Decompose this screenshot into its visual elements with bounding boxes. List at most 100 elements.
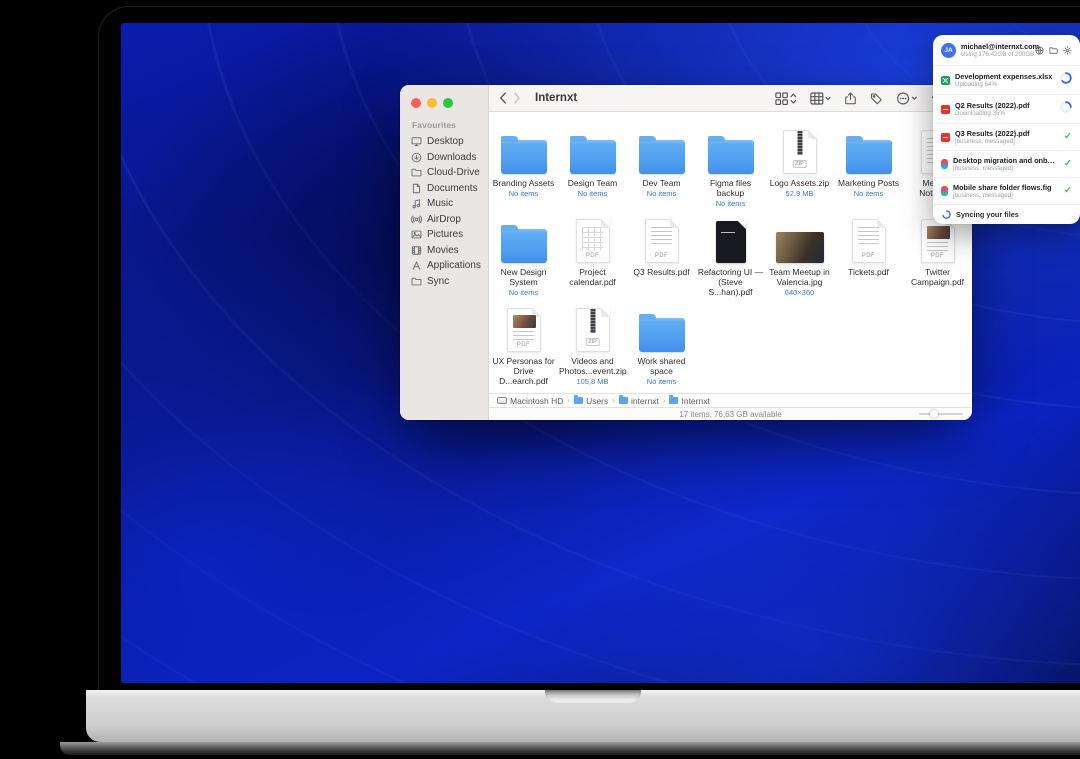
file-item-videos-and-photos-event-zip[interactable]: ZIPVideos and Photos...event.zip105,8 MB — [558, 303, 627, 392]
file-name: Marketing Posts — [838, 178, 899, 188]
sidebar-item-documents[interactable]: Documents — [410, 181, 488, 197]
file-item-branding-assets[interactable]: Branding AssetsNo items — [489, 125, 558, 214]
folder-file-icon — [501, 125, 547, 174]
gear-icon[interactable] — [1063, 46, 1072, 55]
sidebar-item-label: Cloud-Drive — [427, 167, 480, 178]
laptop-screen-wallpaper: Favourites Desktop Downloads Cloud-Drive Do… — [121, 23, 1080, 683]
path-segment-users[interactable]: Users — [574, 396, 608, 406]
sidebar-item-label: Downloads — [427, 152, 476, 163]
popup-footer: Syncing your files — [933, 204, 1080, 224]
path-segment-internxt[interactable]: internxt — [619, 396, 659, 406]
zoom-window-button[interactable] — [443, 98, 453, 108]
window-controls — [411, 98, 488, 108]
sync-item-q2-results-2022-pdf[interactable]: Q2 Results (2022).pdfDownloading 35% — [933, 94, 1080, 123]
airdrop-icon — [410, 214, 422, 225]
file-name: Team Meetup in Valencia.jpg — [766, 267, 833, 287]
back-button[interactable] — [499, 92, 507, 104]
file-subtitle: No items — [647, 189, 677, 198]
path-segment-internxt[interactable]: Internxt — [669, 396, 709, 406]
sidebar-item-desktop[interactable]: Desktop — [410, 134, 488, 150]
pdf-grid-file-icon: PDF — [576, 214, 610, 263]
sidebar-item-applications[interactable]: Applications — [410, 258, 488, 274]
file-subtitle: No items — [647, 377, 677, 386]
sync-item-mobile-share-folder-flows-fig[interactable]: Mobile share folder flows.fig[business, … — [933, 177, 1080, 204]
file-item-marketing-posts[interactable]: Marketing PostsNo items — [834, 125, 903, 214]
sidebar-item-sync[interactable]: Sync — [410, 274, 488, 290]
file-item-tickets-pdf[interactable]: PDFTickets.pdf — [834, 214, 903, 303]
forward-button[interactable] — [513, 92, 521, 104]
file-item-ux-personas-for-drive-d-earch-pdf[interactable]: PDF UX Personas for Drive D...earch.pdf — [489, 303, 558, 392]
xlsx-filetype-icon — [941, 76, 950, 85]
file-item-dev-team[interactable]: Dev TeamNo items — [627, 125, 696, 214]
path-segment-macintosh-hd[interactable]: Macintosh HD — [497, 396, 563, 406]
sync-done-check-icon: ✓ — [1064, 132, 1072, 142]
sidebar-item-cloud-drive[interactable]: Cloud-Drive — [410, 165, 488, 181]
sync-item-q3-results-2022-pdf[interactable]: Q3 Results (2022).pdf[business, messaged… — [933, 123, 1080, 150]
file-item-q3-results-pdf[interactable]: PDFQ3 Results.pdf — [627, 214, 696, 303]
account-email: michael@internxt.com — [961, 42, 1030, 51]
downloads-icon — [410, 152, 422, 163]
toolbar-icons — [775, 92, 941, 105]
group-view-icon[interactable] — [810, 92, 831, 105]
sidebar-section-label: Favourites — [412, 120, 488, 130]
actions-icon[interactable] — [896, 92, 918, 105]
sidebar-item-pictures[interactable]: Pictures — [410, 227, 488, 243]
file-name: Refactoring UI — (Steve S...han).pdf — [697, 267, 764, 298]
folder-file-icon — [708, 125, 754, 174]
icon-view-icon[interactable] — [775, 92, 797, 105]
status-text: 17 items, 76,63 GB available — [679, 410, 781, 419]
file-item-figma-files-backup[interactable]: Figma files backupNo items — [696, 125, 765, 214]
popup-header: JA michael@internxt.com Using 176.42GB o… — [933, 35, 1080, 66]
sync-item-status: Downloading 35% — [955, 110, 1055, 117]
file-item-team-meetup-in-valencia-jpg[interactable]: Team Meetup in Valencia.jpg640×360 — [765, 214, 834, 303]
zip-file-icon: ZIP — [783, 125, 817, 174]
sidebar-item-movies[interactable]: Movies — [410, 243, 488, 259]
zoom-slider-knob[interactable] — [930, 410, 938, 418]
sync-item-development-expenses-xlsx[interactable]: Development expenses.xlsxUploading 64% — [933, 66, 1080, 94]
sidebar-item-label: Applications — [427, 260, 481, 271]
file-item-new-design-system[interactable]: New Design SystemNo items — [489, 214, 558, 303]
sidebar-item-downloads[interactable]: Downloads — [410, 150, 488, 166]
folder-file-icon — [501, 214, 547, 263]
folder-outline-icon[interactable] — [1049, 46, 1058, 55]
globe-icon[interactable] — [1035, 46, 1044, 55]
file-name: UX Personas for Drive D...earch.pdf — [490, 356, 557, 387]
zoom-slider-track — [919, 413, 963, 416]
pdf-filetype-icon — [941, 105, 950, 114]
file-name: Videos and Photos...event.zip — [559, 356, 626, 376]
folder-icon — [669, 397, 678, 404]
applications-icon — [410, 260, 422, 271]
sidebar-item-label: Desktop — [427, 136, 464, 147]
pdf-img-file-icon: PDF — [507, 303, 541, 352]
sidebar-item-label: Pictures — [427, 229, 463, 240]
sidebar-list: Desktop Downloads Cloud-Drive Documents Musi… — [410, 134, 488, 289]
file-name: Logo Assets.zip — [770, 178, 830, 188]
finder-sidebar: Favourites Desktop Downloads Cloud-Drive Do… — [400, 85, 489, 420]
sidebar-item-airdrop[interactable]: AirDrop — [410, 212, 488, 228]
file-subtitle: No items — [716, 199, 746, 208]
file-item-logo-assets-zip[interactable]: ZIPLogo Assets.zip52,9 MB — [765, 125, 834, 214]
file-name: Twitter Campaign.pdf — [904, 267, 971, 287]
tags-icon[interactable] — [870, 92, 883, 105]
sync-item-desktop-migration-and-onboardi[interactable]: Desktop migration and onboardi...[busine… — [933, 150, 1080, 177]
file-item-work-shared-space[interactable]: Work shared spaceNo items — [627, 303, 696, 392]
file-name: Work shared space — [628, 356, 695, 376]
file-name: New Design System — [490, 267, 557, 287]
minimize-window-button[interactable] — [427, 98, 437, 108]
sidebar-item-label: Documents — [427, 183, 478, 194]
file-item-project-calendar-pdf[interactable]: PDFProject calendar.pdf — [558, 214, 627, 303]
file-name: Figma files backup — [697, 178, 764, 198]
file-item-twitter-campaign-pdf[interactable]: PDFTwitter Campaign.pdf — [903, 214, 972, 303]
sync-item-name: Mobile share folder flows.fig — [953, 183, 1059, 192]
sync-item-status: Uploading 64% — [955, 81, 1055, 88]
finder-toolbar: Internxt — [489, 85, 972, 112]
file-name: Tickets.pdf — [848, 267, 889, 277]
zoom-slider[interactable] — [919, 410, 963, 418]
folder-icon — [410, 167, 422, 178]
file-item-design-team[interactable]: Design TeamNo items — [558, 125, 627, 214]
share-icon[interactable] — [844, 92, 857, 105]
sidebar-item-music[interactable]: Music — [410, 196, 488, 212]
close-window-button[interactable] — [411, 98, 421, 108]
file-item-refactoring-ui-steve-s-han-pdf[interactable]: Refactoring UI — (Steve S...han).pdf — [696, 214, 765, 303]
file-name: Design Team — [568, 178, 617, 188]
